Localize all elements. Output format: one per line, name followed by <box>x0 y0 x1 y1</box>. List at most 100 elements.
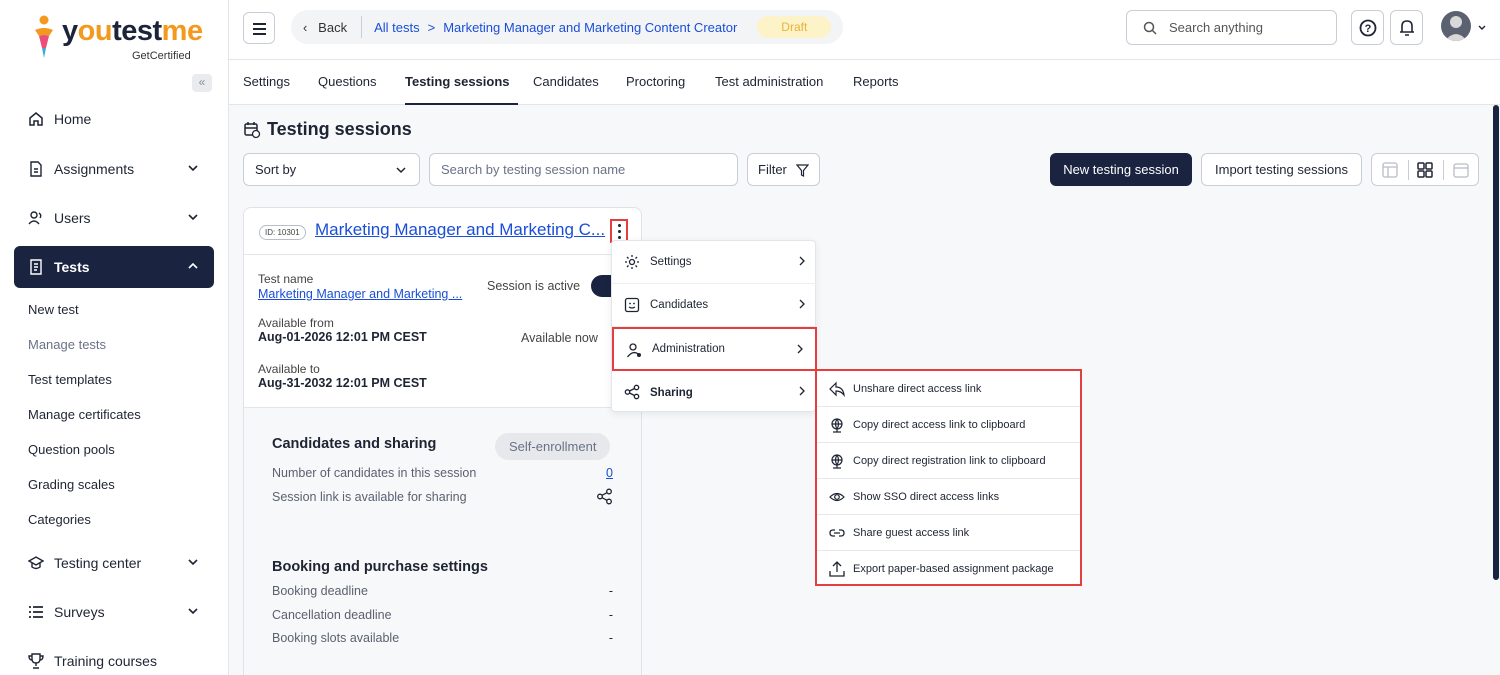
import-testing-sessions-button[interactable]: Import testing sessions <box>1201 153 1362 186</box>
menu-item-export-paper-package[interactable]: Export paper-based assignment package <box>817 551 1080 587</box>
logo-mark-icon <box>32 14 56 60</box>
new-testing-session-button[interactable]: New testing session <box>1050 153 1192 186</box>
globe-icon <box>831 418 843 433</box>
back-button[interactable]: ‹ Back <box>303 20 347 35</box>
booking-slots-value: - <box>608 631 613 645</box>
sidebar-subitem-categories[interactable]: Categories <box>28 512 91 527</box>
notifications-button[interactable] <box>1390 10 1423 45</box>
sort-by-select[interactable]: Sort by <box>243 153 420 186</box>
menu-item-administration[interactable]: Administration <box>612 327 817 371</box>
session-title-link[interactable]: Marketing Manager and Marketing C... <box>315 220 605 240</box>
tab-questions[interactable]: Questions <box>318 74 377 89</box>
session-context-menu: Settings Candidates Administration Shari… <box>611 240 817 414</box>
num-candidates-label: Number of candidates in this session <box>272 466 477 480</box>
eye-icon <box>829 492 845 502</box>
unshare-icon <box>829 381 845 397</box>
sidebar-subitem-manage-tests[interactable]: Manage tests <box>28 337 106 352</box>
logo[interactable]: youtestme GetCertified <box>32 14 203 62</box>
avatar[interactable] <box>1441 11 1471 41</box>
sidebar-subitem-test-templates[interactable]: Test templates <box>28 372 112 387</box>
breadcrumb-all-tests[interactable]: All tests <box>374 20 420 35</box>
chevron-down-icon <box>396 167 406 174</box>
calendar-clock-icon <box>244 121 261 138</box>
menu-toggle-button[interactable] <box>243 12 275 44</box>
available-to-label: Available to <box>258 362 320 376</box>
link-icon <box>829 529 845 537</box>
calendar-view-icon[interactable] <box>1453 162 1469 178</box>
global-search-input[interactable]: Search anything <box>1126 10 1337 45</box>
users-icon <box>28 211 42 225</box>
tab-proctoring[interactable]: Proctoring <box>626 74 685 89</box>
sidebar-item-label: Tests <box>54 259 90 275</box>
filter-button[interactable]: Filter <box>747 153 820 186</box>
divider <box>244 254 641 255</box>
help-button[interactable]: ? <box>1351 10 1384 45</box>
available-now-label: Available now <box>521 331 598 345</box>
num-candidates-value[interactable]: 0 <box>606 466 613 480</box>
available-from-label: Available from <box>258 316 334 330</box>
booking-slots-label: Booking slots available <box>272 631 400 645</box>
home-icon <box>29 112 43 126</box>
sidebar-item-training-courses[interactable]: Training courses <box>14 640 214 675</box>
sidebar-item-assignments[interactable]: Assignments <box>14 148 214 190</box>
sidebar-item-home[interactable]: Home <box>14 98 214 140</box>
menu-item-candidates[interactable]: Candidates <box>612 284 817 327</box>
tab-reports[interactable]: Reports <box>853 74 899 89</box>
status-badge: Draft <box>757 16 832 38</box>
menu-item-show-sso-links[interactable]: Show SSO direct access links <box>817 479 1080 515</box>
collapse-sidebar-button[interactable]: « <box>192 74 212 92</box>
sidebar-subitem-new-test[interactable]: New test <box>28 302 79 317</box>
session-search-input[interactable]: Search by testing session name <box>429 153 738 186</box>
sidebar-item-users[interactable]: Users <box>14 197 214 239</box>
sidebar-item-tests[interactable]: Tests <box>14 246 214 288</box>
logo-subtitle: GetCertified <box>132 50 191 62</box>
session-active-label: Session is active <box>487 279 581 293</box>
sidebar-subitem-grading-scales[interactable]: Grading scales <box>28 477 115 492</box>
candidate-icon <box>624 297 640 313</box>
sidebar-item-surveys[interactable]: Surveys <box>14 591 214 633</box>
tab-test-administration[interactable]: Test administration <box>715 74 823 89</box>
breadcrumb-current[interactable]: Marketing Manager and Marketing Content … <box>443 20 737 35</box>
gear-icon <box>625 255 639 269</box>
sidebar-item-label: Assignments <box>54 161 135 177</box>
tab-candidates[interactable]: Candidates <box>533 74 599 89</box>
chevron-down-icon <box>188 559 198 566</box>
table-view-icon[interactable] <box>1382 162 1398 178</box>
test-name-link[interactable]: Marketing Manager and Marketing ... <box>258 287 462 301</box>
menu-item-copy-direct-access-link[interactable]: Copy direct access link to clipboard <box>817 407 1080 443</box>
user-settings-icon <box>626 343 641 358</box>
candidates-sharing-heading: Candidates and sharing <box>272 436 437 452</box>
menu-item-sharing[interactable]: Sharing <box>612 371 817 414</box>
session-link-label: Session link is available for sharing <box>272 490 467 504</box>
self-enrollment-badge: Self-enrollment <box>495 433 611 460</box>
sidebar-item-label: Home <box>54 111 92 127</box>
menu-item-copy-direct-registration-link[interactable]: Copy direct registration link to clipboa… <box>817 443 1080 479</box>
menu-item-unshare-direct-access-link[interactable]: Unshare direct access link <box>817 371 1080 407</box>
sidebar-item-label: Users <box>54 210 91 226</box>
test-icon <box>30 259 42 275</box>
svg-text:?: ? <box>1365 23 1372 35</box>
document-icon <box>30 161 42 177</box>
sidebar-item-testing-center[interactable]: Testing center <box>14 542 214 584</box>
chevron-right-icon <box>799 256 805 266</box>
breadcrumb: ‹ Back All tests > Marketing Manager and… <box>291 10 844 44</box>
chevron-down-icon <box>188 214 198 221</box>
tab-settings[interactable]: Settings <box>243 74 290 89</box>
chevron-down-icon <box>188 165 198 172</box>
grid-view-icon[interactable] <box>1417 162 1433 178</box>
sidebar: youtestme GetCertified « Home Assignment… <box>0 0 229 675</box>
booking-heading: Booking and purchase settings <box>272 559 488 575</box>
graduation-cap-icon <box>28 556 44 570</box>
menu-item-settings[interactable]: Settings <box>612 241 817 284</box>
menu-item-share-guest-access-link[interactable]: Share guest access link <box>817 515 1080 551</box>
share-icon[interactable] <box>596 488 613 505</box>
chevron-down-icon[interactable] <box>1477 23 1487 33</box>
topbar: ‹ Back All tests > Marketing Manager and… <box>229 0 1500 60</box>
booking-deadline-value: - <box>608 584 613 598</box>
sidebar-subitem-question-pools[interactable]: Question pools <box>28 442 115 457</box>
breadcrumb-separator: > <box>427 19 436 35</box>
tab-testing-sessions[interactable]: Testing sessions <box>405 74 510 89</box>
sidebar-subitem-manage-certificates[interactable]: Manage certificates <box>28 407 141 422</box>
chevron-right-icon <box>799 386 805 396</box>
scrollbar[interactable] <box>1493 105 1499 580</box>
